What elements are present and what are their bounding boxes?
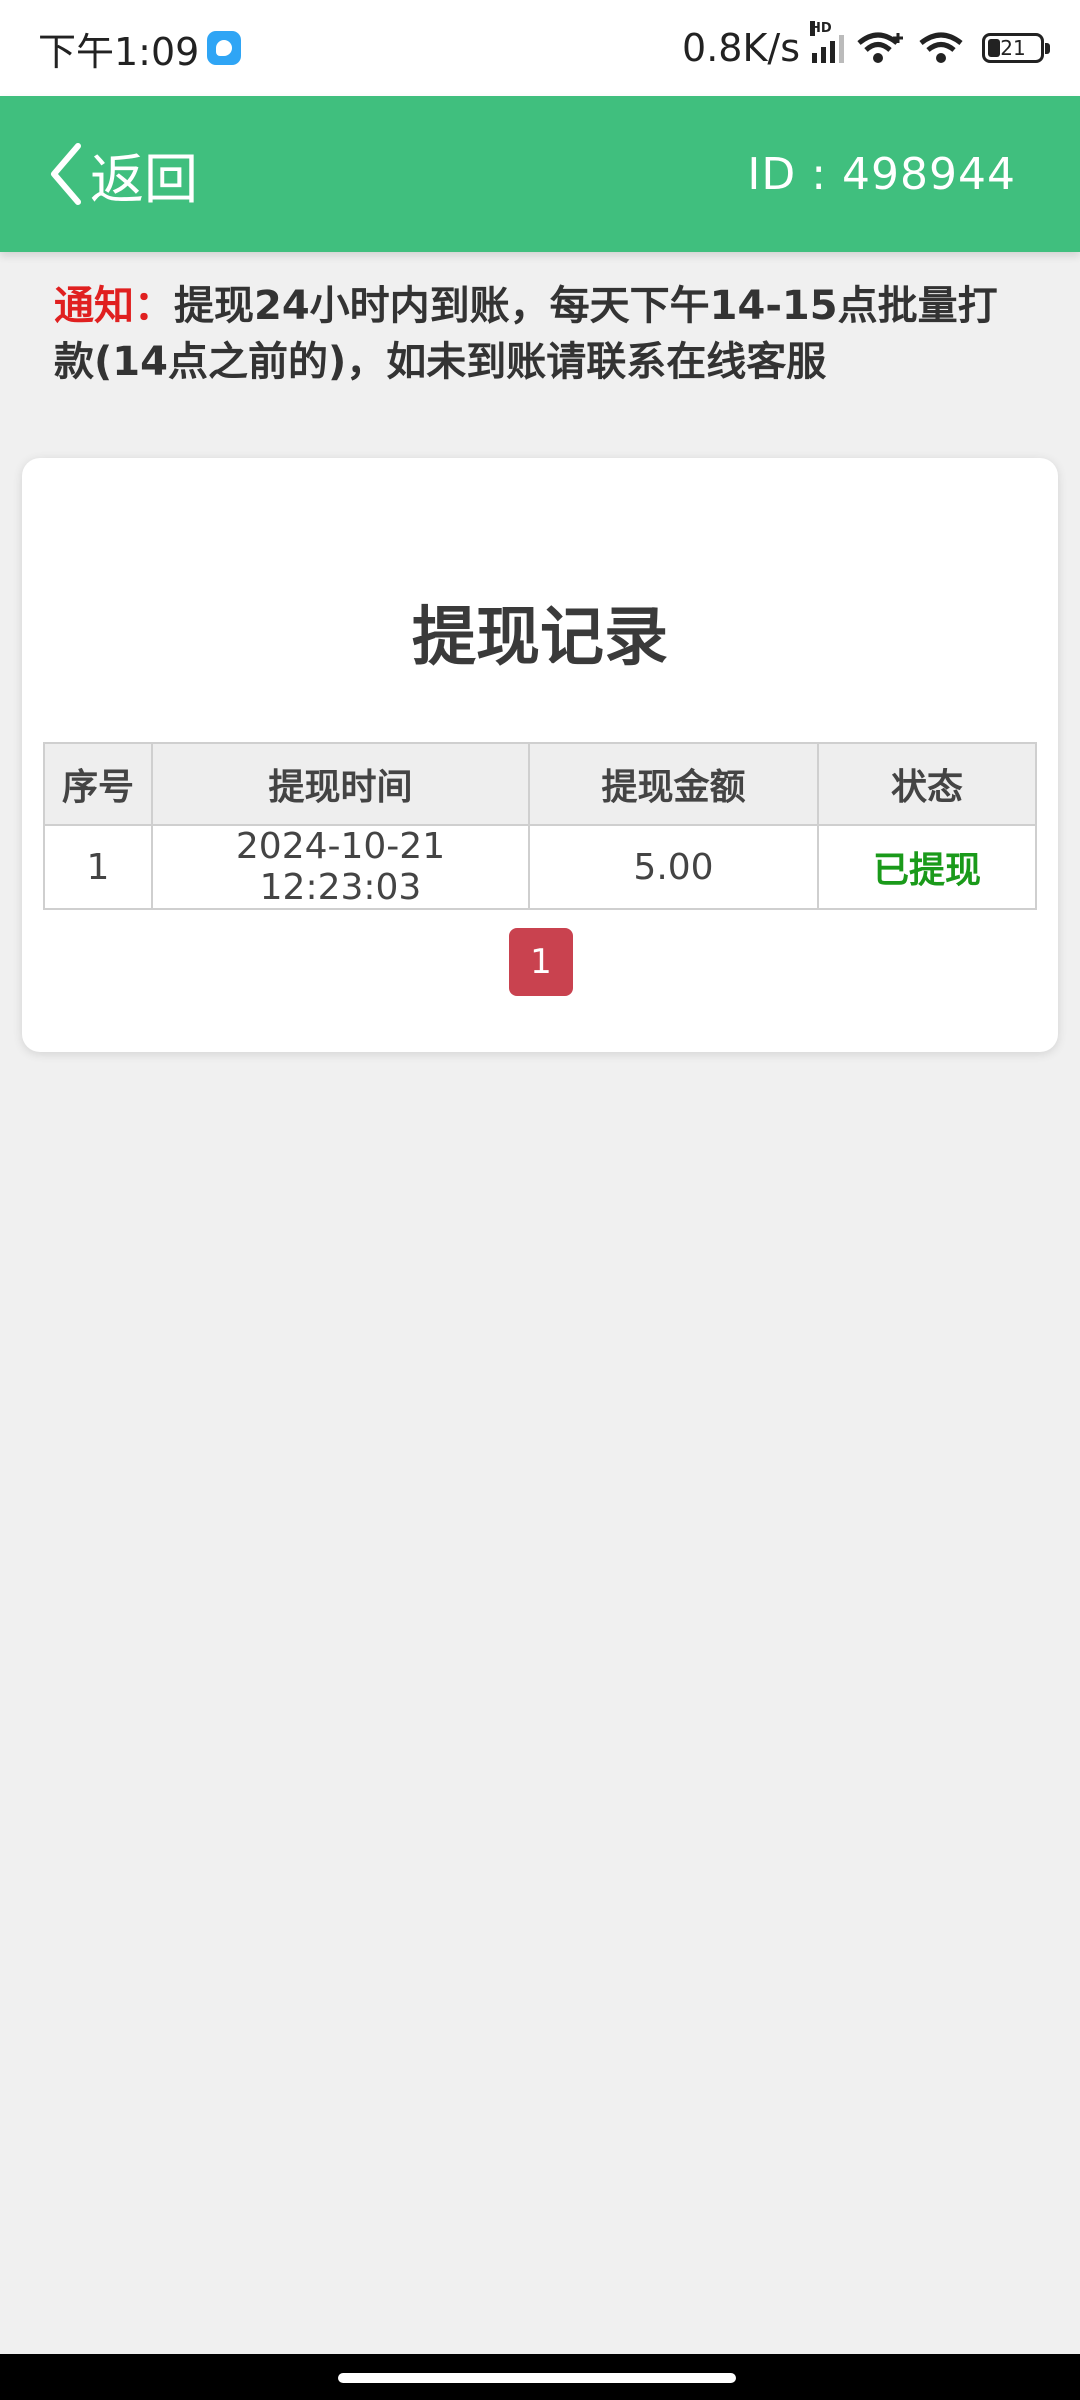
table-row: 1 2024-10-21 12:23:03 5.00 已提现 (43, 824, 1037, 910)
chevron-left-icon (51, 143, 81, 205)
system-nav-bar (0, 2354, 1080, 2400)
notice-banner: 通知：提现24小时内到账，每天下午14-15点批量打款(14点之前的)，如未到账… (54, 278, 1014, 390)
status-bar: 下午1:09 0.8K/s HD 21 (0, 0, 1080, 96)
network-speed: 0.8K/s (682, 26, 800, 70)
status-time: 下午1:09 (38, 29, 200, 74)
column-header-index: 序号 (43, 742, 153, 826)
network-type: HD (810, 21, 832, 36)
row-time: 2024-10-21 12:23:03 (151, 824, 530, 910)
signal-icon: HD (810, 21, 844, 63)
records-table: 序号 提现时间 提现金额 状态 1 2024-10-21 12:23:03 5.… (43, 742, 1037, 910)
notice-text: 提现24小时内到账，每天下午14-15点批量打款(14点之前的)，如未到账请联系… (54, 283, 998, 385)
page-button-1[interactable]: 1 (509, 928, 573, 996)
home-gesture-handle[interactable] (338, 2373, 736, 2383)
wifi-plus-icon (857, 32, 903, 63)
battery-level: 21 (1000, 36, 1026, 60)
back-label: 返回 (90, 147, 198, 211)
wifi-icon (919, 32, 963, 63)
row-index: 1 (43, 824, 153, 910)
notice-label: 通知： (54, 283, 174, 329)
column-header-status: 状态 (817, 742, 1037, 826)
user-id: ID : 498944 (747, 148, 1016, 200)
back-button[interactable]: 返回 (48, 135, 198, 214)
top-header: 返回 ID : 498944 (0, 96, 1080, 252)
withdrawal-records-card: 提现记录 序号 提现时间 提现金额 状态 1 2024-10-21 12:23:… (22, 458, 1058, 1052)
app-notification-icon (207, 31, 242, 65)
column-header-amount: 提现金额 (528, 742, 819, 826)
status-left: 下午1:09 (38, 21, 242, 76)
table-header-row: 序号 提现时间 提现金额 状态 (43, 742, 1037, 826)
status-right: 0.8K/s HD 21 (682, 21, 1050, 70)
row-status: 已提现 (817, 824, 1037, 910)
page-title: 提现记录 (412, 601, 668, 675)
row-amount: 5.00 (528, 824, 819, 910)
battery-icon: 21 (982, 33, 1050, 63)
column-header-time: 提现时间 (151, 742, 530, 826)
